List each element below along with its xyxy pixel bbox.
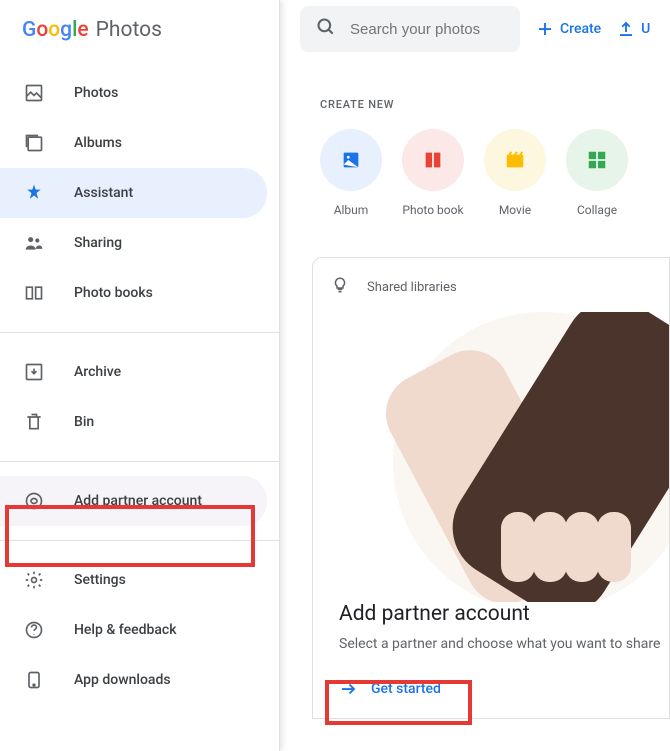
lightbulb-icon [331, 276, 349, 298]
create-photobook-button[interactable]: Photo book [402, 129, 464, 217]
divider [0, 461, 279, 462]
upload-icon [617, 20, 635, 38]
plus-icon [536, 20, 554, 38]
divider [0, 332, 279, 333]
sidebar-item-label: Photo books [74, 285, 153, 301]
sidebar-item-assistant[interactable]: Assistant [0, 168, 267, 218]
create-button[interactable]: Create [536, 20, 601, 38]
archive-icon [22, 360, 46, 384]
create-collage-button[interactable]: Collage [566, 129, 628, 217]
create-movie-button[interactable]: Movie [484, 129, 546, 217]
sidebar-item-help[interactable]: Help & feedback [0, 605, 267, 655]
create-album-button[interactable]: Album [320, 129, 382, 217]
sidebar-item-label: Assistant [74, 185, 133, 201]
annotation-highlight-sidebar [5, 505, 255, 567]
card-title: Add partner account [339, 602, 669, 626]
trash-icon [22, 410, 46, 434]
sidebar-item-sharing[interactable]: Sharing [0, 218, 267, 268]
hands-illustration [313, 312, 669, 602]
nav-main: Photos Albums Assistant Sharing Photo bo… [0, 60, 279, 326]
create-new-row: Album Photo book Movie Collage [320, 129, 670, 217]
book-icon [22, 281, 46, 305]
collage-icon [566, 129, 628, 191]
sidebar-item-label: Bin [74, 414, 94, 430]
create-label: Create [560, 21, 601, 37]
download-icon [22, 668, 46, 692]
sidebar-item-photo-books[interactable]: Photo books [0, 268, 267, 318]
nav-footer: Settings Help & feedback App downloads [0, 547, 279, 713]
card-header: Shared libraries [313, 276, 669, 298]
logo[interactable]: Google Photos [0, 0, 279, 60]
sidebar-item-label: Albums [74, 135, 122, 151]
card-hint: Shared libraries [367, 280, 457, 295]
movie-icon [484, 129, 546, 191]
sidebar-item-label: Archive [74, 364, 121, 380]
image-icon [22, 81, 46, 105]
album-icon [320, 129, 382, 191]
create-item-label: Photo book [402, 203, 463, 217]
photobook-icon [402, 129, 464, 191]
assistant-icon [22, 181, 46, 205]
sidebar-item-albums[interactable]: Albums [0, 118, 267, 168]
search-input[interactable] [350, 21, 504, 38]
sidebar-item-archive[interactable]: Archive [0, 347, 267, 397]
sidebar-item-photos[interactable]: Photos [0, 68, 267, 118]
sidebar-item-label: Settings [74, 572, 126, 588]
search-icon [316, 17, 336, 41]
sidebar-item-label: Help & feedback [74, 622, 177, 638]
sidebar-item-downloads[interactable]: App downloads [0, 655, 267, 705]
sidebar: Google Photos Photos Albums Assistant [0, 0, 280, 751]
sidebar-item-label: Sharing [74, 235, 122, 251]
card-description: Select a partner and choose what you wan… [339, 636, 669, 652]
sharing-icon [22, 231, 46, 255]
search-box[interactable] [300, 6, 520, 52]
nav-secondary: Archive Bin [0, 339, 279, 455]
sidebar-item-label: Photos [74, 85, 118, 101]
help-icon [22, 618, 46, 642]
upload-label: U [641, 21, 650, 37]
create-item-label: Album [334, 203, 369, 217]
sidebar-item-label: App downloads [74, 672, 171, 688]
product-name: Photos [96, 18, 162, 42]
albums-icon [22, 131, 46, 155]
upload-button[interactable]: U [617, 20, 650, 38]
create-new-header: CREATE NEW [320, 98, 670, 111]
topbar: Create U [300, 6, 670, 52]
sidebar-item-bin[interactable]: Bin [0, 397, 267, 447]
gear-icon [22, 568, 46, 592]
shared-libraries-card: Shared libraries Add partner account Sel… [312, 257, 670, 719]
google-logo: Google [22, 18, 89, 42]
annotation-highlight-getstarted [325, 680, 472, 725]
create-item-label: Collage [577, 203, 617, 217]
main-content: Create U CREATE NEW Album Photo book Mov… [280, 0, 670, 751]
create-item-label: Movie [499, 203, 531, 217]
